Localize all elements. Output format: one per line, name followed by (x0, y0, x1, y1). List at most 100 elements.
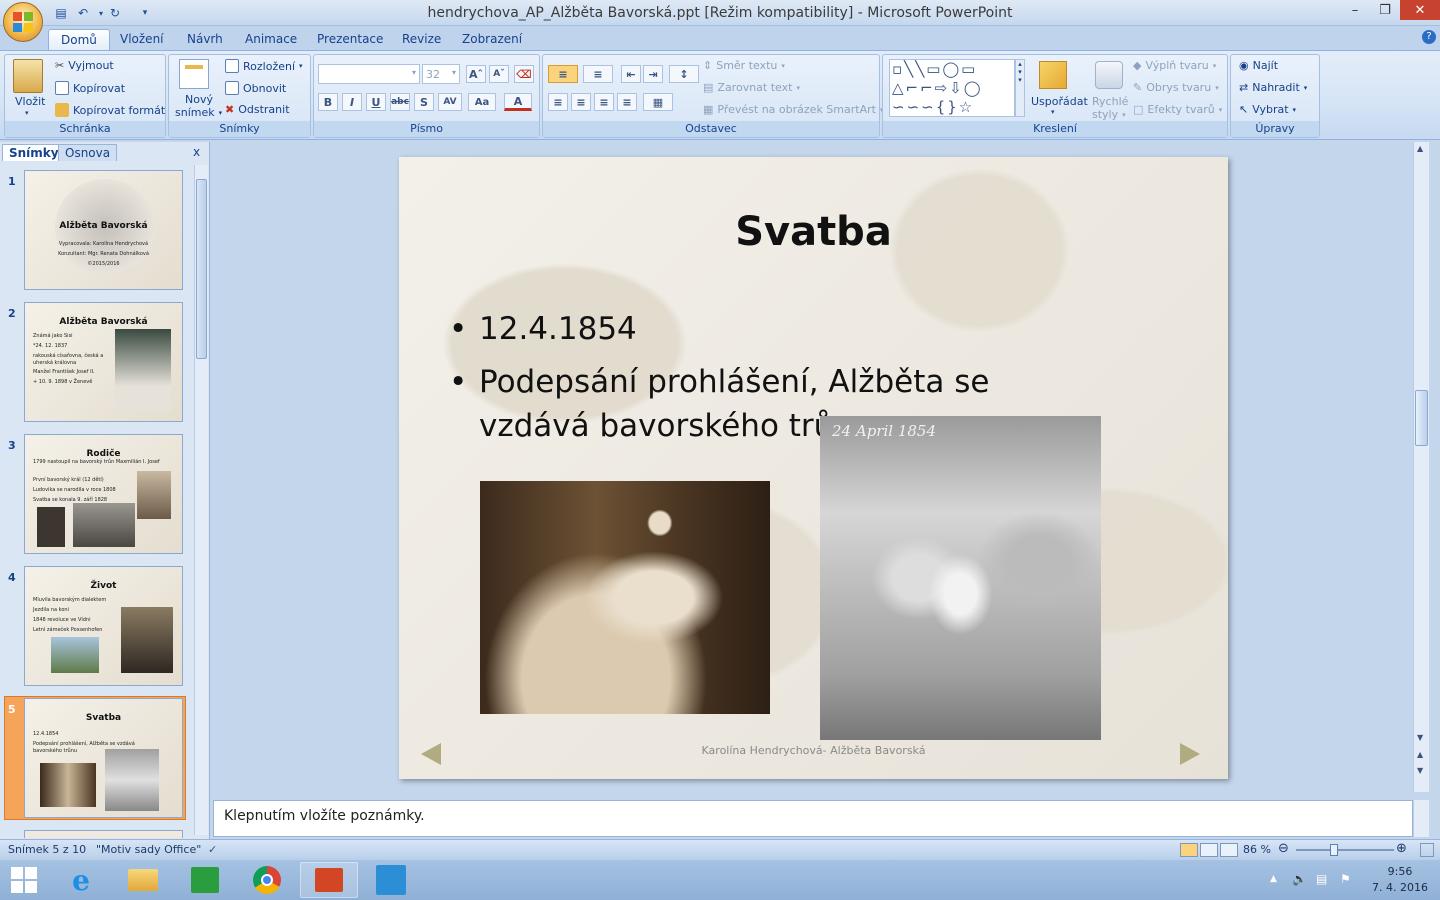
shrink-font-icon[interactable]: Aˇ (489, 65, 509, 83)
close-pane-icon[interactable]: x (193, 145, 200, 159)
save-icon[interactable]: ▤ (52, 4, 70, 22)
shape-fill-button[interactable]: ◆ Výplň tvaru ▾ (1133, 59, 1216, 72)
align-center-icon[interactable]: ≡ (571, 93, 591, 111)
store-icon[interactable] (176, 862, 234, 898)
help-icon[interactable]: ? (1422, 30, 1436, 44)
font-size-combo[interactable]: 32 ▾ (422, 64, 460, 84)
find-button[interactable]: ◉ Najít (1239, 59, 1278, 72)
underline-icon[interactable]: U (366, 93, 386, 111)
align-right-icon[interactable]: ≡ (594, 93, 614, 111)
layout-button[interactable]: Rozložení ▾ (225, 59, 303, 73)
slide-thumbnail-6-partial[interactable] (24, 830, 183, 838)
gallery-scroll[interactable]: ▴ ▾ ▾ (1015, 59, 1025, 117)
slide-canvas[interactable]: Svatba • 12.4.1854 • Podepsání prohlášen… (399, 157, 1228, 779)
numbering-icon[interactable]: ≡ (583, 65, 613, 83)
change-case-icon[interactable]: Aa (468, 93, 496, 111)
scroll-down-icon[interactable]: ▼ (1417, 733, 1423, 742)
copy-button[interactable]: Kopírovat (55, 81, 125, 95)
restore-button[interactable]: ❐ (1370, 0, 1400, 20)
columns-icon[interactable]: ▦ (643, 93, 673, 111)
strikethrough-icon[interactable]: abc (390, 93, 410, 111)
action-center-flag-icon[interactable]: ⚑ (1340, 872, 1351, 886)
shadow-icon[interactable]: S (414, 93, 434, 111)
font-color-icon[interactable]: A (504, 93, 532, 111)
slide-thumbnail-2[interactable]: Alžběta Bavorská Známá jako Sisi *24. 12… (24, 302, 183, 422)
volume-muted-icon[interactable]: 🔈 (1292, 872, 1307, 886)
scroll-thumb[interactable] (1415, 390, 1428, 446)
wedding-engraving-image[interactable]: 24 April 1854 (820, 416, 1101, 740)
zoom-slider[interactable] (1296, 849, 1394, 851)
slideshow-view-icon[interactable] (1220, 843, 1238, 857)
close-button[interactable]: ✕ (1400, 0, 1440, 20)
italic-icon[interactable]: I (342, 93, 362, 111)
start-button[interactable] (0, 862, 48, 898)
next-arrow-icon[interactable] (1180, 743, 1200, 765)
new-slide-button[interactable]: Nový (185, 93, 213, 106)
bullet-item[interactable]: • 12.4.1854 (449, 307, 1129, 351)
new-slide-dropdown[interactable]: snímek ▾ (175, 106, 222, 119)
slide-thumbnail-4[interactable]: Život Mluvila bavorským dialektem Jezdil… (24, 566, 183, 686)
bullets-icon[interactable]: ≡ (548, 65, 578, 83)
justify-icon[interactable]: ≡ (617, 93, 637, 111)
next-slide-icon[interactable]: ▼ (1417, 766, 1423, 775)
font-name-combo[interactable]: ▾ (318, 64, 420, 84)
slide-sorter-view-icon[interactable] (1200, 843, 1218, 857)
smartart-button[interactable]: ▦Převést na obrázek SmartArt▾ (703, 103, 883, 116)
tab-revize[interactable]: Revize (390, 29, 453, 50)
replace-button[interactable]: ⇄ Nahradit ▾ (1239, 81, 1307, 94)
shape-outline-button[interactable]: ✎ Obrys tvaru ▾ (1133, 81, 1219, 94)
wedding-dress-photo[interactable] (480, 481, 770, 714)
bold-icon[interactable]: B (318, 93, 338, 111)
zoom-level[interactable]: 86 % (1243, 843, 1271, 856)
clear-formatting-icon[interactable]: ⌫ (514, 65, 534, 83)
format-painter-button[interactable]: Kopírovat formát (55, 103, 165, 117)
tab-domu[interactable]: Domů (48, 29, 110, 50)
zoom-slider-thumb[interactable] (1330, 844, 1338, 856)
increase-indent-icon[interactable]: ⇥ (643, 65, 663, 83)
slide-footer[interactable]: Karolína Hendrychová- Alžběta Bavorská (399, 744, 1228, 757)
show-hidden-icons-icon[interactable]: ▲ (1270, 874, 1277, 884)
clock[interactable]: 9:56 7. 4. 2016 (1370, 865, 1430, 894)
cut-button[interactable]: ✂ Vyjmout (55, 59, 114, 72)
network-icon[interactable]: ▤ (1316, 872, 1327, 886)
align-left-icon[interactable]: ≡ (548, 93, 568, 111)
arrange-button[interactable]: Uspořádat (1031, 95, 1088, 108)
tab-zobrazeni[interactable]: Zobrazení (450, 29, 534, 50)
tab-animace[interactable]: Animace (233, 29, 309, 50)
char-spacing-icon[interactable]: AV (438, 93, 462, 111)
tab-vlozeni[interactable]: Vložení (108, 29, 176, 50)
tab-navrh[interactable]: Návrh (175, 29, 235, 50)
shapes-gallery[interactable]: ▫╲╲▭◯▭ △⌐⌐⇨⇩◯ ∽∽∽{}☆ (889, 59, 1015, 117)
quick-styles-button[interactable]: Rychlé (1092, 95, 1128, 108)
redo-icon[interactable]: ↻ (106, 4, 124, 22)
scroll-up-icon[interactable]: ▲ (1417, 144, 1423, 153)
spellcheck-icon[interactable]: ✓ (208, 843, 217, 856)
zoom-in-icon[interactable]: ⊕ (1396, 841, 1407, 856)
decrease-indent-icon[interactable]: ⇤ (621, 65, 641, 83)
select-button[interactable]: ↖ Vybrat ▾ (1239, 103, 1296, 116)
shape-effects-button[interactable]: □ Efekty tvarů ▾ (1133, 103, 1222, 116)
delete-slide-button[interactable]: ✖ Odstranit (225, 103, 290, 116)
slide-thumbnail-5[interactable]: Svatba 12.4.1854 Podepsání prohlášení, A… (24, 698, 183, 818)
notes-placeholder[interactable]: Klepnutím vložíte poznámky. (224, 808, 425, 824)
internet-explorer-icon[interactable]: e (52, 862, 110, 898)
line-spacing-icon[interactable]: ↕ (669, 65, 699, 83)
notes-scrollbar[interactable] (1413, 800, 1429, 837)
scroll-thumb[interactable] (196, 179, 207, 359)
reset-button[interactable]: Obnovit (225, 81, 286, 95)
customize-qat-icon[interactable]: ▾ (136, 4, 154, 22)
slides-pane-scrollbar[interactable] (194, 165, 208, 835)
powerpoint-taskbar-icon[interactable] (300, 862, 358, 898)
undo-icon[interactable]: ↶ (74, 4, 92, 22)
text-direction-button[interactable]: ⇕ Směr textu ▾ (703, 59, 785, 72)
tab-outline[interactable]: Osnova (58, 144, 118, 161)
file-explorer-icon[interactable] (114, 862, 172, 898)
minimize-button[interactable]: – (1340, 0, 1370, 20)
notes-pane[interactable]: Klepnutím vložíte poznámky. (213, 800, 1413, 837)
slide-title[interactable]: Svatba (399, 209, 1228, 255)
chrome-icon[interactable] (238, 862, 296, 898)
align-text-button[interactable]: ▤ Zarovnat text ▾ (703, 81, 800, 94)
office-button[interactable] (3, 2, 43, 42)
normal-view-icon[interactable] (1180, 843, 1198, 857)
grow-font-icon[interactable]: Aˆ (466, 65, 486, 83)
